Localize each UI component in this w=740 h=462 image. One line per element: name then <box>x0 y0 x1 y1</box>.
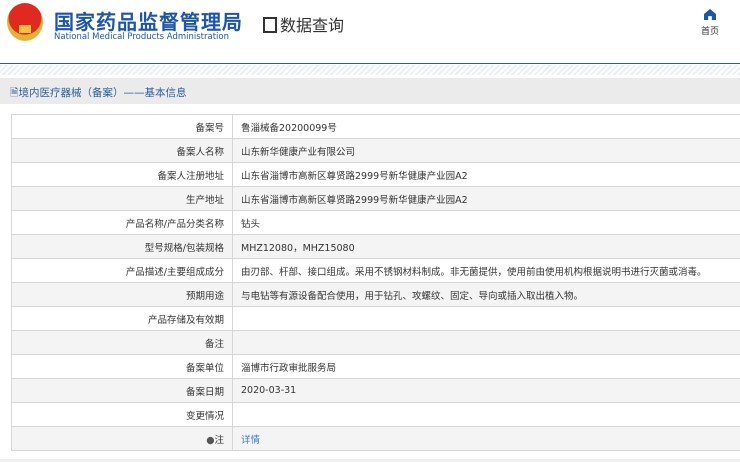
row-value: 鲁淄械备20200099号 <box>232 114 740 139</box>
row-value: 由刃部、杆部、接口组成。采用不锈钢材料制成。非无菌提供，使用前由使用机构根据说明… <box>232 258 740 283</box>
row-label: 备案号 <box>11 114 233 139</box>
row-value <box>232 306 740 331</box>
table-row: 变更情况 <box>11 402 740 427</box>
data-query-link[interactable]: 数据查询 <box>263 12 344 36</box>
row-label: 备案人注册地址 <box>11 162 233 187</box>
table-row-note: ●注 详情 <box>11 426 740 451</box>
table-row: 备注 <box>11 330 740 355</box>
row-value: 2020-03-31 <box>232 378 740 403</box>
table-row: 预期用途 与电钻等有源设备配合使用，用于钻孔、攻螺纹、固定、导向或插入取出植入物。 <box>11 282 740 307</box>
table-row: 产品存储及有效期 <box>11 306 740 331</box>
site-title-en: National Medical Products Administration <box>54 32 229 42</box>
info-table: 备案号 鲁淄械备20200099号 备案人名称 山东新华健康产业有限公司 备案人注册地址… <box>11 114 740 451</box>
site-header: 国家药品监督管理局 National Medical Products Admi… <box>0 0 740 64</box>
row-value: 淄博市行政审批服务局 <box>232 354 740 379</box>
breadcrumb: 🗎境内医疗器械（备案）——基本信息 <box>0 78 740 104</box>
table-row: 备案人名称 山东新华健康产业有限公司 <box>11 138 740 163</box>
table-row: 产品名称/产品分类名称 钻头 <box>11 210 740 235</box>
row-label: 变更情况 <box>11 402 233 427</box>
home-label: 首页 <box>700 27 719 37</box>
site-title: 国家药品监督管理局 <box>54 10 243 34</box>
national-emblem-logo <box>7 3 43 41</box>
row-label: 备案人名称 <box>11 138 233 163</box>
row-value <box>232 330 740 355</box>
row-value <box>232 402 740 427</box>
row-label: 产品存储及有效期 <box>11 306 233 331</box>
row-value: 详情 <box>232 426 740 451</box>
row-label: 备案单位 <box>11 354 233 379</box>
data-query-label: 数据查询 <box>280 16 345 35</box>
note-label: 注 <box>214 434 224 446</box>
table-row: 备案人注册地址 山东省淄博市高新区尊贤路2999号新华健康产业园A2 <box>11 162 740 187</box>
details-link[interactable]: 详情 <box>241 435 260 446</box>
row-value: 山东省淄博市高新区尊贤路2999号新华健康产业园A2 <box>232 162 740 187</box>
row-label: 生产地址 <box>11 186 233 211</box>
row-label: 产品名称/产品分类名称 <box>11 210 233 235</box>
table-row: 生产地址 山东省淄博市高新区尊贤路2999号新华健康产业园A2 <box>11 186 740 211</box>
home-link[interactable]: 首页 <box>698 9 722 37</box>
table-row: 备案日期 2020-03-31 <box>11 378 740 403</box>
table-row: 型号规格/包装规格 MHZ12080，MHZ15080 <box>11 234 740 259</box>
row-label: 预期用途 <box>11 282 233 307</box>
row-value: 钻头 <box>232 210 740 235</box>
row-value: 与电钻等有源设备配合使用，用于钻孔、攻螺纹、固定、导向或插入取出植入物。 <box>232 282 740 307</box>
home-icon <box>704 9 716 20</box>
row-label: ●注 <box>11 426 233 451</box>
row-label: 备注 <box>11 330 233 355</box>
table-row: 产品描述/主要组成成分 由刃部、杆部、接口组成。采用不锈钢材料制成。非无菌提供，使… <box>11 258 740 283</box>
decorative-stripe <box>0 65 740 75</box>
row-label: 备案日期 <box>11 378 233 403</box>
row-label: 产品描述/主要组成成分 <box>11 258 233 283</box>
row-label: 型号规格/包装规格 <box>11 234 233 259</box>
row-value: 山东新华健康产业有限公司 <box>232 138 740 163</box>
table-row: 备案单位 淄博市行政审批服务局 <box>11 354 740 379</box>
table-row: 备案号 鲁淄械备20200099号 <box>11 114 740 139</box>
document-search-icon <box>263 17 277 33</box>
breadcrumb-text: 境内医疗器械（备案）——基本信息 <box>18 87 187 99</box>
row-value: 山东省淄博市高新区尊贤路2999号新华健康产业园A2 <box>232 186 740 211</box>
row-value: MHZ12080，MHZ15080 <box>232 234 740 259</box>
